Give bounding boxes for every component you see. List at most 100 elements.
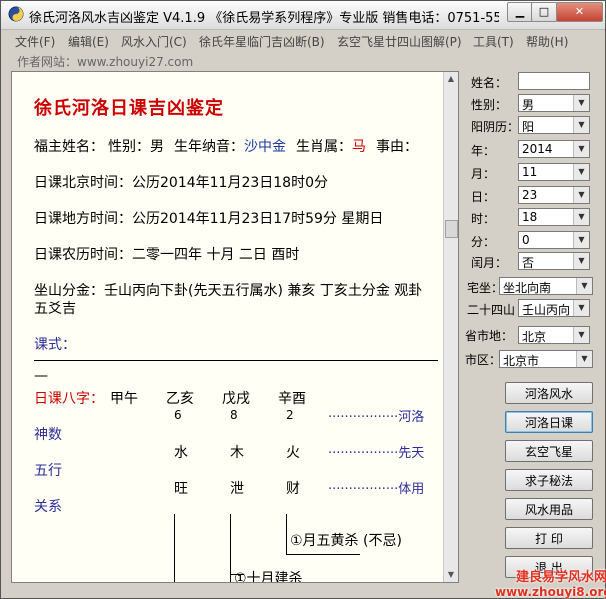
state-hour: 财	[286, 481, 300, 497]
watermark: 建良易学风水网 www.zhouyi8.org	[495, 570, 606, 599]
xiantian-dots: ·················先天	[328, 446, 425, 461]
name-label: 姓名：	[471, 76, 508, 90]
chevron-down-icon: ▼	[573, 164, 589, 180]
fengshui-products-button[interactable]: 风水用品	[505, 498, 593, 520]
mountain-label: 二十四山	[467, 303, 516, 317]
wuxing-label: 五行	[34, 463, 62, 479]
menu-tools[interactable]: 工具(T)	[473, 33, 514, 50]
vertical-scrollbar[interactable]: ▲ ▼	[443, 72, 458, 582]
tiyong-dots: ·················体用	[328, 482, 425, 497]
app-icon	[8, 6, 24, 22]
minute-label: 分：	[471, 235, 496, 249]
chevron-down-icon: ▼	[573, 95, 589, 111]
note-yuejian: ①十月建杀	[234, 571, 303, 582]
menu-edit[interactable]: 编辑(E)	[68, 33, 109, 50]
mountain-line: 坐山分金：壬山丙向下卦(先天五行属水) 兼亥 丁亥土分金 观卦	[34, 283, 423, 299]
district-select[interactable]: 北京市 ▼	[499, 350, 593, 368]
chevron-down-icon: ▼	[573, 232, 589, 248]
chevron-down-icon: ▼	[573, 117, 589, 133]
chevron-down-icon: ▼	[573, 209, 589, 225]
report-panel[interactable]: 徐氏河洛日课吉凶鉴定 福主姓名： 性别：男 生年纳音：沙中金 生肖属：马 事由： 日课北…	[11, 71, 459, 583]
day-label: 日：	[471, 190, 496, 204]
number-day: 8	[230, 408, 238, 422]
name-input[interactable]	[518, 72, 590, 90]
leap-month-select[interactable]: 否 ▼	[518, 252, 590, 270]
element-month: 水	[174, 445, 188, 461]
menu-xuankong[interactable]: 玄空飞星廿四山图解(P)	[337, 33, 462, 50]
qiuzi-mifa-button[interactable]: 求子秘法	[505, 469, 593, 491]
element-day: 木	[230, 445, 244, 461]
menu-nianxing[interactable]: 徐氏年星临门吉凶断(B)	[199, 33, 325, 50]
hour-select[interactable]: 18 ▼	[518, 208, 590, 226]
xuankong-feixing-button[interactable]: 玄空飞星	[505, 440, 593, 462]
chevron-down-icon: ▼	[573, 327, 589, 343]
scroll-down-icon[interactable]: ▼	[444, 568, 458, 582]
house-facing-label: 宅坐：	[467, 281, 504, 295]
year-label: 年：	[471, 144, 496, 158]
leap-month-label: 闰月：	[471, 256, 508, 270]
chevron-down-icon: ▼	[573, 300, 589, 316]
state-day: 泄	[230, 481, 244, 497]
calendar-type-select[interactable]: 阳 ▼	[518, 116, 590, 134]
month-select[interactable]: 11 ▼	[518, 163, 590, 181]
heluo-fengshui-button[interactable]: 河洛风水	[505, 382, 593, 404]
keshi-label: 课式：	[34, 337, 76, 353]
pillar-day: 戊戌	[222, 391, 250, 407]
relation-line	[174, 514, 175, 582]
gender-select[interactable]: 男 ▼	[518, 94, 590, 112]
window-title: 徐氏河洛风水吉凶鉴定 V4.1.9 《徐氏易学系列程序》专业版 销售电话：075…	[29, 11, 499, 26]
title-bar: 徐氏河洛风水吉凶鉴定 V4.1.9 《徐氏易学系列程序》专业版 销售电话：075…	[1, 1, 605, 30]
shenshu-label: 神数	[34, 427, 62, 443]
heluo-dots: ·················河洛	[328, 410, 425, 425]
chevron-down-icon: ▼	[573, 253, 589, 269]
report-title: 徐氏河洛日课吉凶鉴定	[34, 98, 224, 119]
maximize-button[interactable]: □	[531, 2, 557, 22]
guanxi-label: 关系	[34, 499, 62, 515]
minimize-button[interactable]: ▁	[507, 2, 533, 22]
chevron-down-icon: ▼	[576, 351, 592, 367]
district-label: 市区：	[465, 353, 502, 367]
chevron-down-icon: ▼	[573, 141, 589, 157]
mountain-line-2: 五爻吉	[34, 301, 76, 317]
menu-bar: 文件(F) 编辑(E) 风水入门(C) 徐氏年星临门吉凶断(B) 玄空飞星廿四山…	[1, 31, 605, 51]
relation-line	[230, 514, 231, 582]
mountain-select[interactable]: 壬山丙向 ▼	[518, 299, 590, 317]
close-button[interactable]: ✕	[556, 2, 603, 22]
day-select[interactable]: 23 ▼	[518, 186, 590, 204]
chevron-down-icon: ▼	[573, 187, 589, 203]
element-hour: 火	[286, 445, 300, 461]
beijing-time: 日课北京时间：公历2014年11月23日18时0分	[34, 175, 328, 191]
number-hour: 2	[286, 408, 294, 422]
menu-fengshui-intro[interactable]: 风水入门(C)	[121, 33, 187, 50]
province-select[interactable]: 北京 ▼	[518, 326, 590, 344]
province-label: 省市地：	[465, 329, 514, 343]
divider	[34, 360, 438, 362]
month-label: 月：	[471, 167, 496, 181]
menu-help[interactable]: 帮助(H)	[526, 33, 568, 50]
author-website: 作者网站：www.zhouyi27.com	[17, 55, 194, 69]
number-month: 6	[174, 408, 182, 422]
pillar-hour: 辛酉	[278, 391, 306, 407]
app-window: 徐氏河洛风水吉凶鉴定 V4.1.9 《徐氏易学系列程序》专业版 销售电话：075…	[0, 0, 606, 599]
fuzhu-line: 福主姓名： 性别：男 生年纳音：沙中金 生肖属：马 事由：	[34, 139, 418, 155]
house-facing-select[interactable]: 坐北向南 ▼	[499, 277, 593, 295]
heluo-rike-button[interactable]: 河洛日课	[505, 411, 593, 433]
year-select[interactable]: 2014 ▼	[518, 140, 590, 158]
scroll-thumb[interactable]	[445, 220, 458, 238]
print-button[interactable]: 打 印	[505, 527, 593, 549]
calendar-type-label: 阳阴历：	[471, 120, 520, 134]
state-month: 旺	[174, 481, 188, 497]
pillar-year: 甲午	[110, 391, 138, 407]
hour-label: 时：	[471, 212, 496, 226]
relation-line	[286, 554, 360, 555]
pillar-month: 乙亥	[166, 391, 194, 407]
note-wuhuang: ①月五黄杀 (不忌)	[290, 533, 402, 549]
gender-label: 性别：	[471, 98, 508, 112]
menu-file[interactable]: 文件(F)	[15, 33, 55, 50]
bazi-label: 日课八字：	[34, 391, 104, 407]
minute-select[interactable]: 0 ▼	[518, 231, 590, 249]
relation-line	[286, 514, 287, 554]
local-time: 日课地方时间：公历2014年11月23日17时59分 星期日	[34, 211, 384, 227]
divider-tail: —	[34, 368, 48, 384]
scroll-up-icon[interactable]: ▲	[444, 72, 458, 86]
